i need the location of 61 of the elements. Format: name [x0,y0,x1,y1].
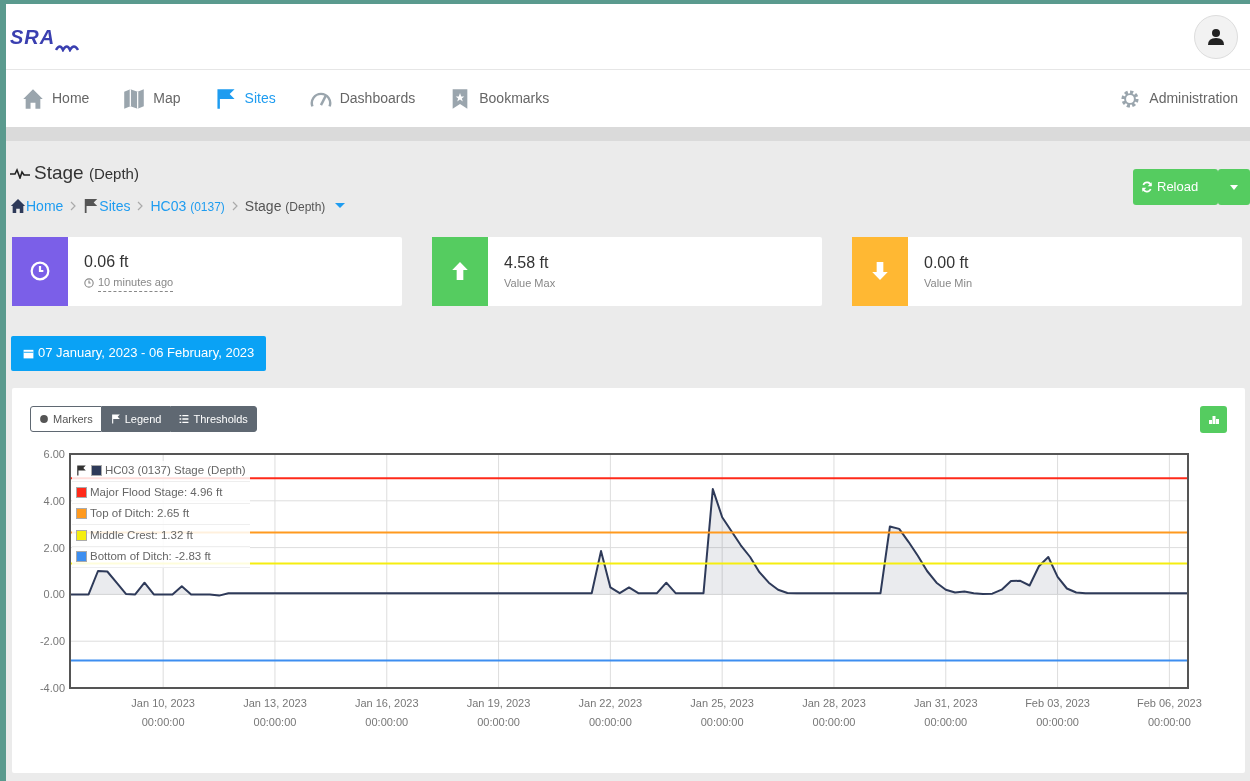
home-icon [22,87,44,110]
arrow-down-icon [870,261,890,281]
stat-value: 4.58 ft [504,252,550,273]
clock-icon [84,278,94,288]
x-axis-label: Jan 13, 2023 00:00:00 [243,696,307,728]
time-ago-text: 10 minutes ago [98,274,174,292]
stat-value: 0.06 ft [84,252,130,273]
nav-link[interactable]: Sites [214,87,276,110]
nav-link[interactable]: Bookmarks [449,87,550,110]
bar-chart-icon [1208,414,1219,424]
x-axis-label: Jan 22, 2023 00:00:00 [578,696,643,728]
logo-text: SRA [10,24,56,50]
stat-caption: Value Max [504,275,556,291]
flag-icon [110,414,121,424]
toggle-button[interactable]: Legend [101,405,171,433]
y-axis-label: 6.00 [43,447,65,460]
y-axis-label: 2.00 [43,541,65,554]
clock-icon [30,261,50,281]
nav-link[interactable]: Dashboards [309,87,416,110]
calendar-icon [23,347,34,359]
caret-icon [1230,185,1238,191]
refresh-icon [1141,181,1153,193]
caret-icon[interactable] [335,203,346,209]
x-axis-label: Jan 19, 2023 00:00:00 [466,696,531,728]
legend-label: Bottom of Ditch: -2.83 ft [90,549,211,565]
administration-link[interactable]: Administration [1119,87,1238,110]
stat-value: 0.00 ft [924,252,970,273]
user-icon [1207,27,1225,46]
dot-icon [39,414,49,424]
y-axis-label: 4.00 [43,494,65,507]
legend-label: Top of Ditch: 2.65 ft [90,506,190,522]
list-icon [179,414,190,424]
x-axis-label: Jan 16, 2023 00:00:00 [354,696,419,728]
map-icon [123,87,146,110]
nav-link[interactable]: Map [123,87,181,110]
x-axis-label: Feb 06, 2023 00:00:00 [1136,696,1202,728]
x-axis-label: Jan 25, 2023 00:00:00 [690,696,754,728]
x-axis-label: Jan 31, 2023 00:00:00 [913,696,978,728]
flag-icon [214,87,237,110]
pulse-icon [10,167,30,180]
toggle-button[interactable]: Markers [30,405,102,433]
flag-icon [83,198,100,214]
chart-type-button[interactable] [1200,405,1227,433]
flag-icon [76,465,87,477]
legend-label: Major Flood Stage: 4.96 ft [90,484,223,500]
arrow-up-icon [450,261,470,281]
home-icon [10,198,26,214]
x-axis-label: Feb 03, 2023 00:00:00 [1025,696,1090,728]
toggle-button[interactable]: Thresholds [170,405,257,433]
y-axis-label: -2.00 [39,634,65,647]
y-axis-label: 0.00 [43,587,65,600]
legend-label: Middle Crest: 1.32 ft [90,527,193,543]
legend-label: HC03 (0137) Stage (Depth) [105,463,246,479]
nav-link[interactable]: Home [22,87,90,110]
stat-caption: Value Min [924,275,973,291]
page-title: Stage (Depth) [34,161,139,185]
user-avatar-button[interactable] [1194,14,1238,59]
y-axis-label: -4.00 [39,681,65,694]
dropdown-button[interactable] [1218,169,1250,205]
x-axis-label: Jan 28, 2023 00:00:00 [802,696,866,728]
x-axis-label: Jan 10, 2023 00:00:00 [131,696,195,728]
